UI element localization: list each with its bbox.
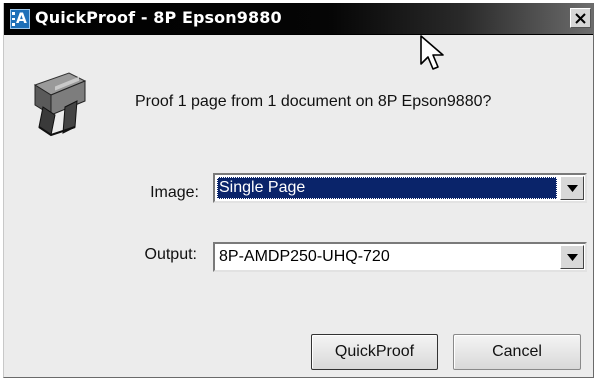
dropdown-arrow-icon xyxy=(566,184,578,192)
quickproof-button[interactable]: QuickProof xyxy=(311,334,438,370)
output-select-value: 8P-AMDP250-UHQ-720 xyxy=(219,248,390,265)
window-title: QuickProof - 8P Epson9880 xyxy=(35,8,282,27)
image-select[interactable]: Single Page xyxy=(213,173,587,203)
app-logo-letter: A xyxy=(16,11,27,27)
close-button[interactable] xyxy=(570,8,591,28)
quickproof-dialog: A QuickProof - 8P Epson9880 Proof 1 page… xyxy=(3,3,594,378)
app-logo-icon: A xyxy=(10,9,30,29)
output-dropdown-button[interactable] xyxy=(560,245,584,269)
title-bar[interactable]: A QuickProof - 8P Epson9880 xyxy=(4,3,593,35)
output-select[interactable]: 8P-AMDP250-UHQ-720 xyxy=(213,242,587,272)
confirmation-prompt: Proof 1 page from 1 document on 8P Epson… xyxy=(135,93,492,110)
output-label: Output: xyxy=(144,246,197,263)
cancel-button[interactable]: Cancel xyxy=(453,334,581,370)
printer-icon xyxy=(33,72,87,137)
image-dropdown-button[interactable] xyxy=(560,176,584,200)
image-select-value: Single Page xyxy=(217,177,557,199)
dropdown-arrow-icon xyxy=(566,253,578,261)
close-icon xyxy=(575,12,586,24)
mouse-cursor-icon xyxy=(420,35,444,70)
image-label: Image: xyxy=(150,184,199,201)
